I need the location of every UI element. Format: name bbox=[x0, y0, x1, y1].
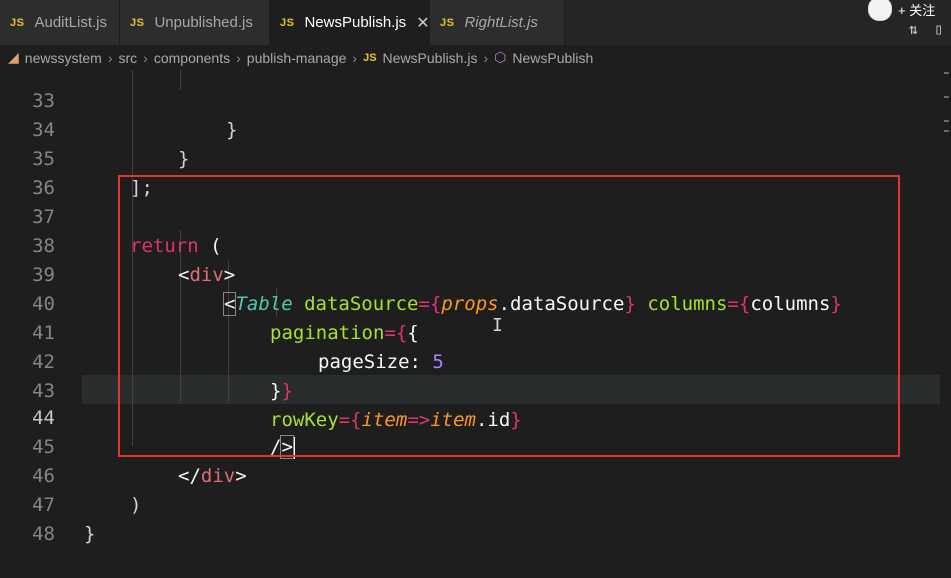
javascript-file-icon: JS bbox=[440, 16, 455, 29]
scrollbar-marker bbox=[944, 96, 949, 98]
source-control-icon[interactable]: ⇅ bbox=[909, 20, 918, 38]
tab-auditlist[interactable]: JS AuditList.js bbox=[0, 0, 120, 45]
tab-newspublish[interactable]: JS NewsPublish.js ✕ bbox=[270, 0, 430, 45]
code-line: 34 } bbox=[0, 87, 940, 170]
tab-label: Unpublished.js bbox=[154, 14, 253, 31]
close-icon[interactable]: ✕ bbox=[416, 13, 429, 33]
tab-rightlist[interactable]: JS RightList.js bbox=[430, 0, 565, 45]
code-line: 47 } bbox=[0, 462, 940, 545]
mouse-ibeam-icon: I bbox=[492, 315, 503, 336]
avatar bbox=[868, 0, 892, 21]
tab-bar: JS AuditList.js JS Unpublished.js JS New… bbox=[0, 0, 951, 45]
code-editor[interactable]: 33 } 34 } 35 ]; 36 37 return ( 38 <div> … bbox=[0, 70, 951, 545]
scrollbar-marker bbox=[944, 130, 949, 132]
follow-label: + 关注 bbox=[898, 2, 936, 18]
tab-label: RightList.js bbox=[464, 14, 538, 31]
scrollbar-marker bbox=[944, 120, 949, 122]
follow-button[interactable]: + 关注 bbox=[868, 0, 936, 21]
highlight-annotation-box bbox=[118, 175, 900, 457]
scrollbar-marker bbox=[944, 72, 949, 74]
code-line: 36 bbox=[0, 145, 940, 199]
tab-label: NewsPublish.js bbox=[304, 14, 407, 31]
code-line: 35 ]; bbox=[0, 116, 940, 199]
tab-unpublished[interactable]: JS Unpublished.js bbox=[120, 0, 270, 45]
line-number: 48 bbox=[32, 523, 55, 545]
code-text: } bbox=[84, 523, 96, 545]
split-editor-icon[interactable]: ▯ bbox=[934, 20, 943, 38]
code-line: 48 bbox=[0, 491, 940, 545]
tab-label: AuditList.js bbox=[34, 14, 108, 31]
code-line: 33 } bbox=[0, 58, 940, 141]
javascript-file-icon: JS bbox=[130, 16, 145, 29]
javascript-file-icon: JS bbox=[10, 16, 25, 29]
javascript-file-icon: JS bbox=[280, 16, 295, 29]
